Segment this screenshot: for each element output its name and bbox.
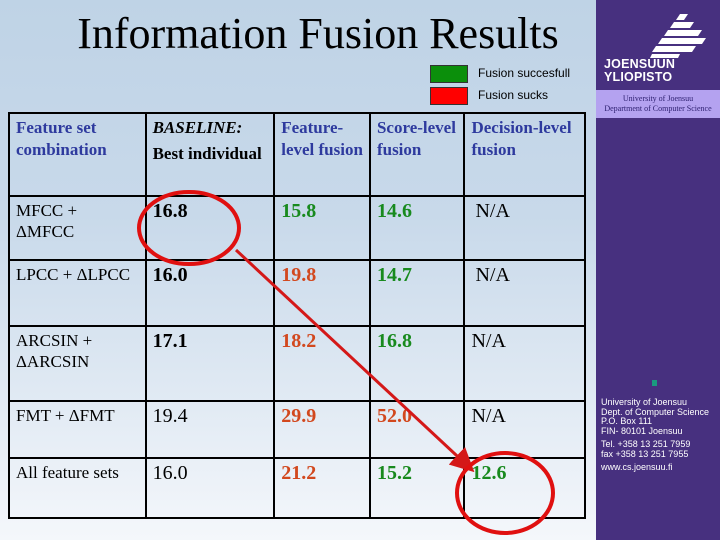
cell-decision-level: N/A xyxy=(463,400,586,459)
results-table: Feature set combination BASELINE: Best i… xyxy=(8,112,586,519)
legend-swatch-green xyxy=(430,65,468,83)
legend-label: Fusion succesfull xyxy=(478,66,571,80)
bullet-icon xyxy=(652,380,657,386)
cell-feature-level: 19.8 xyxy=(273,259,371,327)
legend-swatch-red xyxy=(430,87,468,105)
cell-feature-level: 29.9 xyxy=(273,400,371,459)
contact-fax: fax +358 13 251 7955 xyxy=(601,448,689,459)
cell-baseline: 16.0 xyxy=(144,259,276,327)
table-row: All feature sets 16.0 21.2 15.2 12.6 xyxy=(8,457,586,519)
cell-feature-level: 21.2 xyxy=(273,457,371,519)
header-score-level: Score-level fusion xyxy=(368,112,466,197)
cell-feature-level: 18.2 xyxy=(273,325,371,402)
university-logo: JOENSUUN YLIOPISTO xyxy=(596,0,720,88)
logo-text: JOENSUUN YLIOPISTO xyxy=(604,58,675,84)
cell-feature-level: 15.8 xyxy=(273,195,371,261)
department-text: University of Joensuu Department of Comp… xyxy=(596,94,720,114)
cell-score-level: 52.0 xyxy=(368,400,466,459)
cell-score-level: 14.6 xyxy=(368,195,466,261)
table-header-row: Feature set combination BASELINE: Best i… xyxy=(8,112,586,197)
department-band: University of Joensuu Department of Comp… xyxy=(596,90,720,118)
cell-feature: ARCSIN + ΔARCSIN xyxy=(8,325,147,402)
cell-score-level: 15.2 xyxy=(368,457,466,519)
contact-line: FIN- 80101 Joensuu xyxy=(601,425,683,436)
table-row: LPCC + ΔLPCC 16.0 19.8 14.7 N/A xyxy=(8,259,586,327)
cell-decision-level: N/A xyxy=(463,195,586,261)
header-feature-level: Feature-level fusion xyxy=(273,112,371,197)
header-baseline: BASELINE: Best individual xyxy=(144,112,276,197)
cell-score-level: 14.7 xyxy=(368,259,466,327)
logo-stripes-icon xyxy=(650,14,706,58)
dept-line-1: University of Joensuu xyxy=(622,94,694,103)
cell-decision-level: 12.6 xyxy=(463,457,586,519)
cell-baseline: 16.8 xyxy=(144,195,276,261)
legend-item-fail: Fusion sucks xyxy=(430,87,600,105)
header-baseline-sub: Best individual xyxy=(152,144,262,163)
cell-baseline: 16.0 xyxy=(144,457,276,519)
header-feature-set: Feature set combination xyxy=(8,112,147,197)
contact-info: University of Joensuu Dept. of Computer … xyxy=(601,397,709,473)
cell-decision-level: N/A xyxy=(463,325,586,402)
cell-baseline: 17.1 xyxy=(144,325,276,402)
slide-title: Information Fusion Results xyxy=(77,9,559,58)
table-row: MFCC + ΔMFCC 16.8 15.8 14.6 N/A xyxy=(8,195,586,261)
contact-web[interactable]: www.cs.joensuu.fi xyxy=(601,462,709,473)
cell-feature: All feature sets xyxy=(8,457,147,519)
cell-feature: MFCC + ΔMFCC xyxy=(8,195,147,261)
logo-line-2: YLIOPISTO xyxy=(604,70,673,84)
cell-score-level: 16.8 xyxy=(368,325,466,402)
cell-baseline: 19.4 xyxy=(144,400,276,459)
dept-line-2: Department of Computer Science xyxy=(604,104,712,113)
table-row: FMT + ΔFMT 19.4 29.9 52.0 N/A xyxy=(8,400,586,459)
cell-feature: FMT + ΔFMT xyxy=(8,400,147,459)
cell-feature: LPCC + ΔLPCC xyxy=(8,259,147,327)
header-decision-level: Decision-level fusion xyxy=(463,112,586,197)
header-baseline-label: BASELINE: xyxy=(152,118,243,137)
legend-label: Fusion sucks xyxy=(478,88,549,102)
table-row: ARCSIN + ΔARCSIN 17.1 18.2 16.8 N/A xyxy=(8,325,586,402)
legend-item-success: Fusion succesfull xyxy=(430,65,600,83)
sidebar: JOENSUUN YLIOPISTO University of Joensuu… xyxy=(596,0,720,540)
cell-decision-level: N/A xyxy=(463,259,586,327)
